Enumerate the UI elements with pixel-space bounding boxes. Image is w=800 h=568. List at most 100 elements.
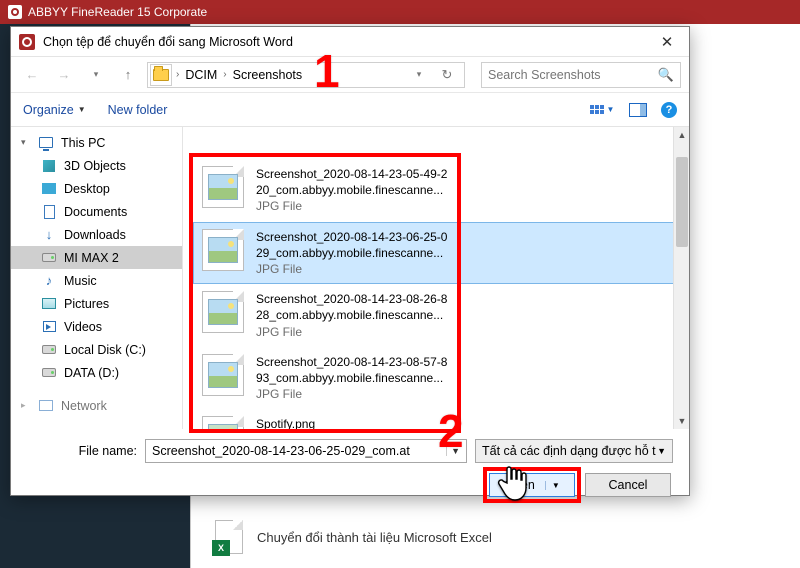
nav-up-button[interactable]: ↑ xyxy=(115,62,141,88)
breadcrumb-dcim[interactable]: DCIM xyxy=(183,66,219,84)
address-root-icon[interactable] xyxy=(150,64,172,86)
file-row-partial[interactable]: JPG File xyxy=(193,127,679,159)
file-row[interactable]: Screenshot_2020-08-14-23-06-25-0 29_com.… xyxy=(193,222,679,285)
view-icon xyxy=(590,105,604,114)
task-excel-label: Chuyển đổi thành tài liệu Microsoft Exce… xyxy=(257,530,492,545)
tree-music[interactable]: ♪Music xyxy=(11,269,182,292)
scroll-down-icon[interactable]: ▼ xyxy=(674,413,689,429)
app-title: ABBYY FineReader 15 Corporate xyxy=(28,5,207,19)
file-name: 29_com.abbyy.mobile.finescanne... xyxy=(256,245,447,261)
document-icon xyxy=(44,205,55,219)
excel-file-icon: X xyxy=(215,520,243,554)
file-name: Screenshot_2020-08-14-23-08-57-8 xyxy=(256,354,447,370)
folder-icon xyxy=(153,69,169,81)
file-name: 20_com.abbyy.mobile.finescanne... xyxy=(256,182,447,198)
organize-menu[interactable]: Organize▼ xyxy=(23,103,86,117)
file-thumb-icon xyxy=(202,354,244,396)
file-list-pane: JPG File Screenshot_2020-08-14-23-05-49-… xyxy=(183,127,689,429)
videos-icon xyxy=(43,321,56,332)
new-folder-button[interactable]: New folder xyxy=(108,103,168,117)
filename-input[interactable] xyxy=(152,444,446,458)
tree-local-disk-c[interactable]: Local Disk (C:) xyxy=(11,338,182,361)
help-button[interactable]: ? xyxy=(661,102,677,118)
download-icon: ↓ xyxy=(41,228,57,242)
pc-icon xyxy=(39,137,53,148)
file-row[interactable]: Spotify.png PNG File 17.5 KB xyxy=(193,409,679,429)
dialog-title: Chọn tệp để chuyển đổi sang Microsoft Wo… xyxy=(43,35,645,49)
file-type-filter-label: Tất cả các định dạng được hỗ t xyxy=(482,444,657,458)
file-name: 93_com.abbyy.mobile.finescanne... xyxy=(256,370,447,386)
scroll-thumb[interactable] xyxy=(676,157,688,247)
file-row[interactable]: Screenshot_2020-08-14-23-08-26-8 28_com.… xyxy=(193,284,679,347)
file-type: JPG File xyxy=(256,261,447,277)
excel-badge: X xyxy=(212,540,230,556)
tree-mimax2[interactable]: MI MAX 2 xyxy=(11,246,182,269)
file-thumb-icon xyxy=(202,416,244,429)
expand-icon[interactable]: ▾ xyxy=(21,137,31,148)
file-thumb-icon xyxy=(202,166,244,208)
file-thumb-icon xyxy=(202,229,244,271)
dialog-footer: File name: ▼ Tất cả các định dạng được h… xyxy=(11,429,689,507)
file-row[interactable]: Screenshot_2020-08-14-23-08-57-8 93_com.… xyxy=(193,347,679,410)
tree-downloads[interactable]: ↓Downloads xyxy=(11,223,182,246)
tree-3d-objects[interactable]: 3D Objects xyxy=(11,154,182,177)
address-refresh-button[interactable]: ↻ xyxy=(434,62,460,88)
preview-pane-button[interactable] xyxy=(629,103,647,117)
open-file-dialog: Chọn tệp để chuyển đổi sang Microsoft Wo… xyxy=(10,26,690,496)
scrollbar[interactable]: ▲ ▼ xyxy=(673,127,689,429)
file-type: JPG File xyxy=(256,386,447,402)
address-bar[interactable]: › DCIM › Screenshots ▾ ↻ xyxy=(147,62,465,88)
drive-icon xyxy=(42,368,56,377)
breadcrumb-screenshots[interactable]: Screenshots xyxy=(231,66,304,84)
app-icon xyxy=(8,5,22,19)
drive-icon xyxy=(42,345,56,354)
close-icon: ✕ xyxy=(661,33,674,51)
file-name: Spotify.png xyxy=(256,416,315,429)
dialog-close-button[interactable]: ✕ xyxy=(645,27,689,57)
file-type: JPG File xyxy=(256,198,447,214)
tree-documents[interactable]: Documents xyxy=(11,200,182,223)
chevron-icon: › xyxy=(172,69,183,80)
file-name: Screenshot_2020-08-14-23-06-25-0 xyxy=(256,229,447,245)
file-row[interactable]: Screenshot_2020-08-14-23-05-49-2 20_com.… xyxy=(193,159,679,222)
nav-forward-button[interactable]: → xyxy=(51,62,77,88)
scroll-up-icon[interactable]: ▲ xyxy=(674,127,689,143)
dialog-app-icon xyxy=(19,34,35,50)
dialog-titlebar: Chọn tệp để chuyển đổi sang Microsoft Wo… xyxy=(11,27,689,57)
nav-back-button[interactable]: ← xyxy=(19,62,45,88)
nav-recent-button[interactable]: ▾ xyxy=(83,62,109,88)
cube-icon xyxy=(43,160,55,172)
pictures-icon xyxy=(42,298,56,309)
expand-icon[interactable]: ▸ xyxy=(21,400,31,411)
device-icon xyxy=(42,253,56,262)
network-icon xyxy=(39,400,53,411)
view-mode-button[interactable]: ▼ xyxy=(589,99,615,121)
chevron-icon: › xyxy=(219,69,230,80)
file-type: JPG File xyxy=(256,127,302,130)
tree-data-d[interactable]: DATA (D:) xyxy=(11,361,182,384)
dialog-toolbar: Organize▼ New folder ▼ ? xyxy=(11,93,689,127)
address-dropdown[interactable]: ▾ xyxy=(406,62,432,88)
open-button[interactable]: Open▼ xyxy=(489,473,575,497)
cancel-button[interactable]: Cancel xyxy=(585,473,671,497)
file-name: 28_com.abbyy.mobile.finescanne... xyxy=(256,307,447,323)
tree-network[interactable]: ▸ Network xyxy=(11,394,182,417)
file-type: JPG File xyxy=(256,324,447,340)
app-titlebar: ABBYY FineReader 15 Corporate xyxy=(0,0,800,24)
tree-desktop[interactable]: Desktop xyxy=(11,177,182,200)
task-excel-row[interactable]: X Chuyển đổi thành tài liệu Microsoft Ex… xyxy=(215,520,492,554)
filename-combobox[interactable]: ▼ xyxy=(145,439,467,463)
dialog-nav-row: ← → ▾ ↑ › DCIM › Screenshots ▾ ↻ 🔍 xyxy=(11,57,689,93)
tree-this-pc[interactable]: ▾ This PC xyxy=(11,131,182,154)
tree-pictures[interactable]: Pictures xyxy=(11,292,182,315)
search-box[interactable]: 🔍 xyxy=(481,62,681,88)
desktop-icon xyxy=(42,183,56,194)
search-icon: 🔍 xyxy=(658,67,674,83)
file-type-filter[interactable]: Tất cả các định dạng được hỗ t ▼ xyxy=(475,439,673,463)
file-name: Screenshot_2020-08-14-23-05-49-2 xyxy=(256,166,447,182)
filename-dropdown-icon[interactable]: ▼ xyxy=(446,446,460,456)
filename-label: File name: xyxy=(27,444,137,458)
tree-videos[interactable]: Videos xyxy=(11,315,182,338)
search-input[interactable] xyxy=(488,68,654,82)
file-name: Screenshot_2020-08-14-23-08-26-8 xyxy=(256,291,447,307)
